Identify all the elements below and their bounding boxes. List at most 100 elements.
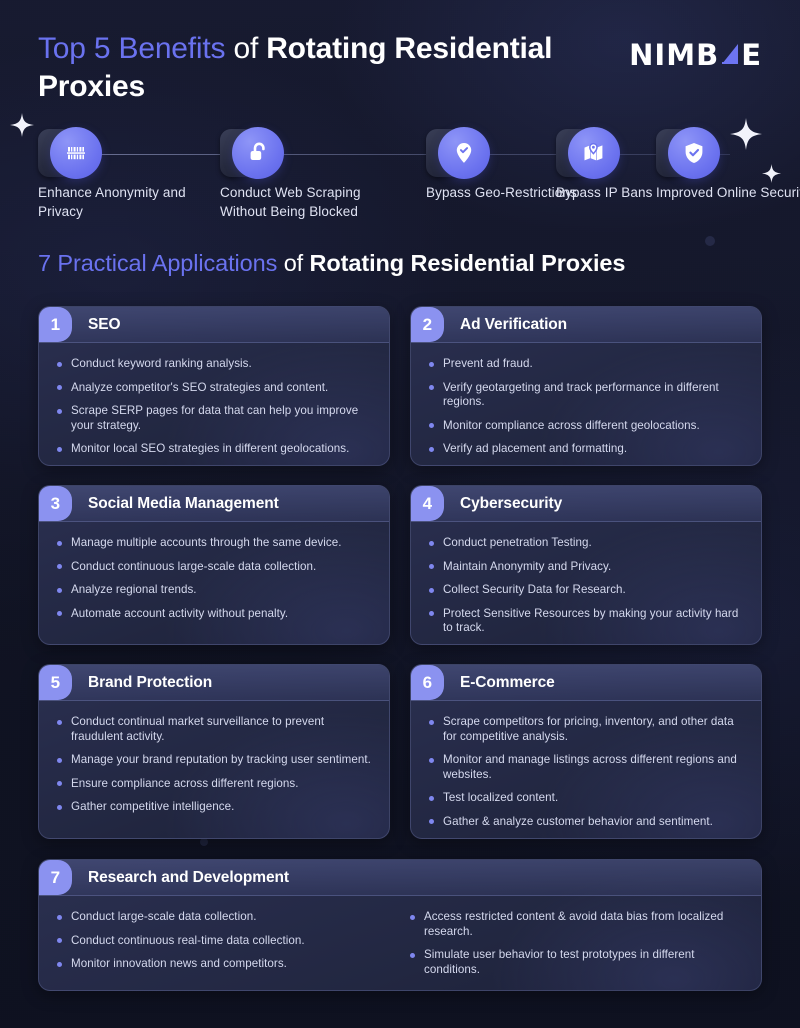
card-bullet-list: Conduct continual market surveillance to… bbox=[53, 715, 373, 815]
nimble-logo: NIMB E bbox=[629, 38, 762, 72]
list-item: Ensure compliance across different regio… bbox=[53, 777, 373, 792]
list-item: Conduct large-scale data collection. bbox=[53, 910, 398, 925]
benefit-icon-wrap bbox=[426, 127, 490, 179]
sparkle-icon bbox=[762, 164, 781, 183]
card-bullet-list: Scrape competitors for pricing, inventor… bbox=[425, 715, 745, 829]
list-item: Simulate user behavior to test prototype… bbox=[406, 948, 745, 977]
application-card-seo[interactable]: 1 SEO Conduct keyword ranking analysis. … bbox=[38, 306, 390, 466]
benefit-label: Improved Online Security bbox=[656, 185, 800, 200]
infographic-page: Top 5 Benefits of Rotating Residential P… bbox=[0, 0, 800, 1028]
list-item: Conduct keyword ranking analysis. bbox=[53, 357, 373, 372]
dot-decoration bbox=[705, 236, 715, 246]
benefit-icon-wrap bbox=[220, 127, 284, 179]
list-item: Monitor and manage listings across diffe… bbox=[425, 753, 745, 782]
benefit-label: Conduct Web Scraping Without Being Block… bbox=[220, 185, 361, 219]
card-number-badge: 1 bbox=[39, 307, 72, 342]
card-body: Conduct continual market surveillance to… bbox=[39, 701, 389, 829]
list-item: Test localized content. bbox=[425, 791, 745, 806]
list-item: Analyze competitor's SEO strategies and … bbox=[53, 381, 373, 396]
section-title-accent: 7 Practical Applications bbox=[38, 250, 278, 276]
card-bullet-list: Manage multiple accounts through the sam… bbox=[53, 536, 373, 621]
logo-text-before: NIMB bbox=[629, 38, 720, 72]
card-bullet-list: Access restricted content & avoid data b… bbox=[406, 910, 745, 977]
application-card-ad-verification[interactable]: 2 Ad Verification Prevent ad fraud. Veri… bbox=[410, 306, 762, 466]
list-item: Conduct continual market surveillance to… bbox=[53, 715, 373, 744]
card-title: Social Media Management bbox=[88, 494, 279, 512]
card-header: 3 Social Media Management bbox=[39, 486, 389, 522]
card-header: 1 SEO bbox=[39, 307, 389, 343]
logo-text-after: E bbox=[741, 38, 762, 72]
card-title: SEO bbox=[88, 315, 121, 333]
list-item: Prevent ad fraud. bbox=[425, 357, 745, 372]
card-body: Scrape competitors for pricing, inventor… bbox=[411, 701, 761, 838]
card-header: 6 E-Commerce bbox=[411, 665, 761, 701]
list-item: Gather competitive intelligence. bbox=[53, 800, 373, 815]
card-number-badge: 3 bbox=[39, 486, 72, 521]
list-item: Scrape SERP pages for data that can help… bbox=[53, 404, 373, 433]
card-column-right: Access restricted content & avoid data b… bbox=[406, 910, 745, 977]
card-header: 7 Research and Development bbox=[39, 860, 761, 896]
connector-line bbox=[100, 154, 730, 155]
list-item: Maintain Anonymity and Privacy. bbox=[425, 560, 745, 575]
list-item: Verify ad placement and formatting. bbox=[425, 442, 745, 457]
unlocked-padlock-icon bbox=[232, 127, 284, 179]
anonymity-mask-icon bbox=[50, 127, 102, 179]
card-header: 2 Ad Verification bbox=[411, 307, 761, 343]
list-item: Collect Security Data for Research. bbox=[425, 583, 745, 598]
benefits-strip: Enhance Anonymity and Privacy Conduct We… bbox=[38, 127, 800, 227]
folded-map-pin-icon bbox=[568, 127, 620, 179]
list-item: Conduct continuous real-time data collec… bbox=[53, 934, 398, 949]
page-title: Top 5 Benefits of Rotating Residential P… bbox=[38, 30, 598, 106]
card-body: Conduct penetration Testing. Maintain An… bbox=[411, 522, 761, 644]
list-item: Protect Sensitive Resources by making yo… bbox=[425, 607, 745, 636]
list-item: Manage your brand reputation by tracking… bbox=[53, 753, 373, 768]
application-card-social-media-management[interactable]: 3 Social Media Management Manage multipl… bbox=[38, 485, 390, 645]
section-title-connector: of bbox=[277, 250, 310, 276]
card-bullet-list: Conduct penetration Testing. Maintain An… bbox=[425, 536, 745, 636]
application-card-brand-protection[interactable]: 5 Brand Protection Conduct continual mar… bbox=[38, 664, 390, 839]
card-bullet-list: Conduct large-scale data collection. Con… bbox=[53, 910, 398, 972]
list-item: Verify geotargeting and track performanc… bbox=[425, 381, 745, 410]
card-number-badge: 5 bbox=[39, 665, 72, 700]
card-title: E-Commerce bbox=[460, 673, 555, 691]
benefit-icon-wrap bbox=[656, 127, 720, 179]
benefit-item-online-security: Improved Online Security bbox=[656, 127, 800, 200]
card-header: 5 Brand Protection bbox=[39, 665, 389, 701]
card-bullet-list: Prevent ad fraud. Verify geotargeting an… bbox=[425, 357, 745, 457]
list-item: Conduct penetration Testing. bbox=[425, 536, 745, 551]
list-item: Manage multiple accounts through the sam… bbox=[53, 536, 373, 551]
card-body: Prevent ad fraud. Verify geotargeting an… bbox=[411, 343, 761, 465]
logo-wordmark: NIMB E bbox=[629, 38, 762, 72]
card-body: Manage multiple accounts through the sam… bbox=[39, 522, 389, 635]
list-item: Conduct continuous large-scale data coll… bbox=[53, 560, 373, 575]
card-header: 4 Cybersecurity bbox=[411, 486, 761, 522]
application-card-research-and-development[interactable]: 7 Research and Development Conduct large… bbox=[38, 859, 762, 991]
title-accent: Top 5 Benefits bbox=[38, 32, 226, 65]
benefit-item-web-scraping: Conduct Web Scraping Without Being Block… bbox=[220, 127, 360, 219]
card-column-left: Conduct large-scale data collection. Con… bbox=[53, 910, 398, 977]
benefit-label: Enhance Anonymity and Privacy bbox=[38, 185, 186, 219]
list-item: Automate account activity without penalt… bbox=[53, 607, 373, 622]
card-body: Conduct large-scale data collection. Con… bbox=[39, 896, 761, 990]
benefit-item-ip-bans: Bypass IP Bans bbox=[556, 127, 652, 200]
dot-decoration bbox=[200, 838, 208, 846]
card-title: Brand Protection bbox=[88, 673, 213, 691]
title-connector: of bbox=[225, 32, 267, 65]
list-item: Gather & analyze customer behavior and s… bbox=[425, 815, 745, 830]
map-pin-check-icon bbox=[438, 127, 490, 179]
card-title: Cybersecurity bbox=[460, 494, 563, 512]
card-number-badge: 6 bbox=[411, 665, 444, 700]
sparkle-icon bbox=[10, 113, 34, 137]
application-card-cybersecurity[interactable]: 4 Cybersecurity Conduct penetration Test… bbox=[410, 485, 762, 645]
list-item: Monitor local SEO strategies in differen… bbox=[53, 442, 373, 457]
shield-check-icon bbox=[668, 127, 720, 179]
card-title: Research and Development bbox=[88, 868, 289, 886]
card-body: Conduct keyword ranking analysis. Analyz… bbox=[39, 343, 389, 465]
section-title-bold: Rotating Residential Proxies bbox=[309, 250, 626, 276]
application-card-e-commerce[interactable]: 6 E-Commerce Scrape competitors for pric… bbox=[410, 664, 762, 839]
benefit-icon-wrap bbox=[38, 127, 102, 179]
card-title: Ad Verification bbox=[460, 315, 568, 333]
section-title: 7 Practical Applications of Rotating Res… bbox=[38, 250, 625, 277]
list-item: Monitor compliance across different geol… bbox=[425, 419, 745, 434]
benefit-item-anonymity: Enhance Anonymity and Privacy bbox=[38, 127, 186, 219]
